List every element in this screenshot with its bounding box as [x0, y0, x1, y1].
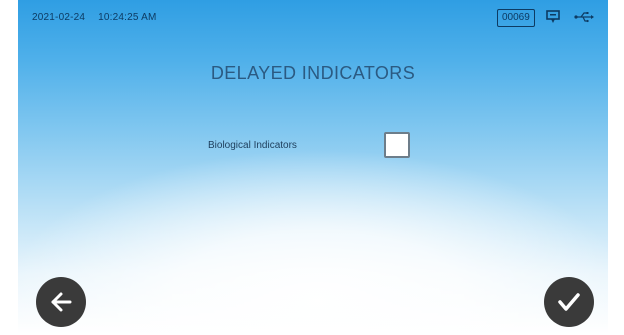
date-time: 2021-02-24 10:24:25 AM — [32, 12, 167, 23]
biological-indicators-checkbox[interactable] — [384, 132, 410, 158]
confirm-button[interactable] — [544, 277, 594, 327]
device-frame: 2021-02-24 10:24:25 AM 00069 DELAYED IND… — [0, 0, 624, 335]
checkmark-icon — [558, 293, 580, 311]
page-title: DELAYED INDICATORS — [210, 63, 416, 83]
arrow-left-icon — [51, 292, 72, 312]
message-icon[interactable] — [545, 10, 561, 24]
date-text: 2021-02-24 — [32, 12, 86, 23]
back-button[interactable] — [36, 277, 86, 327]
status-bar: 2021-02-24 10:24:25 AM 00069 — [18, 0, 608, 30]
cycle-counter: 00069 — [497, 9, 535, 27]
time-text: 10:24:25 AM — [98, 12, 157, 23]
usb-icon — [574, 10, 594, 24]
touch-screen: 2021-02-24 10:24:25 AM 00069 DELAYED IND… — [18, 0, 608, 334]
biological-indicators-label: Biological Indicators — [208, 140, 297, 151]
